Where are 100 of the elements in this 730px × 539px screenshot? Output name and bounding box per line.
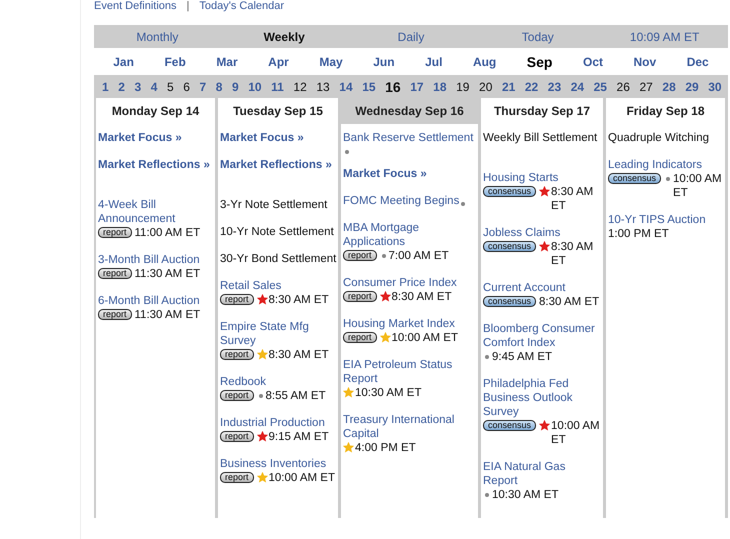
report-button[interactable]: report bbox=[98, 268, 132, 279]
view-tab[interactable]: Monthly bbox=[136, 30, 178, 44]
event-link[interactable]: 3-Month Bill Auction bbox=[98, 253, 214, 267]
event-time: 11:00 AM ET bbox=[134, 226, 202, 240]
day-link[interactable]: 24 bbox=[570, 80, 584, 94]
day-link[interactable]: 21 bbox=[502, 80, 516, 94]
day-link[interactable]: 3 bbox=[134, 80, 142, 94]
day-link[interactable]: 10 bbox=[248, 80, 262, 94]
event-link[interactable]: Business Inventories bbox=[220, 457, 337, 471]
month-link[interactable]: Oct bbox=[582, 54, 603, 68]
market-link[interactable]: Market Focus » bbox=[98, 131, 214, 145]
month-link[interactable]: Apr bbox=[268, 54, 289, 68]
event-link[interactable]: Leading Indicators bbox=[608, 158, 724, 172]
month-link[interactable]: May bbox=[319, 54, 343, 68]
report-button[interactable]: report bbox=[98, 227, 132, 238]
event-link[interactable]: Philadelphia Fed Business Outlook Survey bbox=[483, 377, 602, 419]
market-link[interactable]: Market Focus » bbox=[220, 131, 337, 145]
day-link[interactable]: 2 bbox=[118, 80, 125, 94]
event-time: 8:30 AM ET bbox=[539, 295, 600, 309]
report-button[interactable]: report bbox=[220, 431, 254, 442]
day-link[interactable]: 7 bbox=[200, 80, 206, 94]
day-link[interactable]: 14 bbox=[339, 80, 353, 94]
consensus-button[interactable]: consensus bbox=[483, 296, 536, 307]
day-link[interactable]: 29 bbox=[685, 80, 699, 94]
event-link[interactable]: Redbook bbox=[220, 375, 337, 389]
month-link[interactable]: Sep bbox=[526, 54, 552, 70]
event-time: 8:30 AM ET bbox=[268, 348, 330, 362]
day-link[interactable]: 1 bbox=[102, 80, 109, 94]
calendar-link[interactable]: Today's Calendar bbox=[199, 0, 284, 12]
consensus-button[interactable]: consensus bbox=[483, 241, 536, 252]
day-number: 20 bbox=[479, 80, 492, 94]
event-time: 8:30 AM ET bbox=[392, 290, 453, 304]
event-link[interactable]: Consumer Price Index bbox=[343, 276, 477, 290]
event-link[interactable]: Bank Reserve Settlement bbox=[343, 131, 474, 145]
report-button[interactable]: report bbox=[343, 250, 377, 261]
event-time: 9:15 AM ET bbox=[268, 430, 330, 444]
view-tab[interactable]: Daily bbox=[398, 30, 424, 44]
month-link[interactable]: Jan bbox=[113, 54, 134, 68]
month-link[interactable]: Feb bbox=[164, 54, 186, 68]
day-link[interactable]: 15 bbox=[362, 80, 376, 94]
day-link[interactable]: 8 bbox=[216, 80, 222, 94]
day-link[interactable]: 28 bbox=[662, 80, 676, 94]
day-link[interactable]: 4 bbox=[150, 80, 158, 94]
month-link[interactable]: Jun bbox=[373, 54, 395, 68]
event-link[interactable]: 10-Yr TIPS Auction bbox=[608, 213, 724, 227]
day-link[interactable]: 18 bbox=[433, 80, 447, 94]
day-link[interactable]: 17 bbox=[410, 80, 424, 94]
month-link[interactable]: Mar bbox=[216, 54, 238, 68]
market-link[interactable]: Market Reflections » bbox=[220, 158, 337, 172]
month-link[interactable]: Dec bbox=[686, 54, 709, 68]
event-time: 8:30 AM ET bbox=[551, 240, 594, 268]
report-button[interactable]: report bbox=[98, 309, 132, 320]
consensus-button[interactable]: consensus bbox=[483, 420, 536, 431]
market-link[interactable]: Market Focus » bbox=[343, 167, 477, 181]
report-button[interactable]: report bbox=[220, 472, 254, 483]
report-button[interactable]: report bbox=[220, 349, 254, 360]
report-button[interactable]: report bbox=[220, 294, 254, 305]
link-separator: | bbox=[186, 0, 190, 12]
view-tab[interactable]: Today bbox=[522, 30, 554, 44]
event-link[interactable]: Industrial Production bbox=[220, 416, 337, 430]
day-link[interactable]: 25 bbox=[594, 80, 607, 94]
event-title: 10-Yr Note Settlement bbox=[220, 225, 334, 239]
event-link[interactable]: EIA Natural Gas Report bbox=[483, 460, 602, 488]
consensus-button[interactable]: consensus bbox=[608, 173, 662, 184]
event-link[interactable]: FOMC Meeting Begins bbox=[343, 194, 460, 208]
day-number: 16 bbox=[385, 78, 401, 94]
day-number: 19 bbox=[456, 80, 470, 94]
event-link[interactable]: Current Account bbox=[483, 281, 602, 295]
event-link[interactable]: Housing Starts bbox=[483, 171, 602, 185]
day-link[interactable]: 23 bbox=[548, 80, 562, 94]
event-link[interactable]: Jobless Claims bbox=[483, 226, 602, 240]
day-number: 13 bbox=[316, 80, 330, 94]
event-link[interactable]: Housing Market Index bbox=[343, 317, 477, 331]
definitions-link[interactable]: Event Definitions bbox=[94, 0, 177, 12]
day-link[interactable]: 30 bbox=[708, 80, 722, 94]
consensus-button[interactable]: consensus bbox=[483, 186, 536, 197]
report-button[interactable]: report bbox=[220, 390, 254, 401]
market-link[interactable]: Market Reflections » bbox=[98, 158, 214, 172]
day-link[interactable]: 9 bbox=[232, 80, 239, 94]
month-link[interactable]: Jul bbox=[425, 54, 442, 68]
event-time: 8:55 AM ET bbox=[266, 389, 327, 403]
report-button[interactable]: report bbox=[343, 332, 377, 343]
month-link[interactable]: Aug bbox=[472, 54, 496, 68]
day-number: 6 bbox=[183, 80, 190, 94]
month-link[interactable]: Nov bbox=[634, 54, 656, 68]
event-link[interactable]: Treasury International Capital bbox=[343, 413, 477, 441]
event-link[interactable]: Empire State Mfg Survey bbox=[220, 320, 337, 348]
event-link[interactable]: EIA Petroleum Status Report bbox=[343, 358, 477, 386]
event-time: 9:45 AM ET bbox=[492, 350, 554, 364]
event-time: 10:00 AM ET bbox=[551, 419, 601, 447]
event-link[interactable]: 4-Week Bill Announcement bbox=[98, 198, 214, 226]
day-link[interactable]: 22 bbox=[524, 80, 538, 94]
event-link[interactable]: MBA Mortgage Applications bbox=[343, 221, 477, 249]
event-link[interactable]: 6-Month Bill Auction bbox=[98, 294, 214, 308]
event-link[interactable]: Retail Sales bbox=[220, 279, 337, 293]
day-link[interactable]: 11 bbox=[271, 80, 284, 94]
event-link[interactable]: Bloomberg Consumer Comfort Index bbox=[483, 322, 602, 350]
report-button[interactable]: report bbox=[343, 291, 377, 302]
view-tab[interactable]: Weekly bbox=[264, 30, 305, 44]
view-tab[interactable]: 10:09 AM ET bbox=[630, 30, 700, 44]
